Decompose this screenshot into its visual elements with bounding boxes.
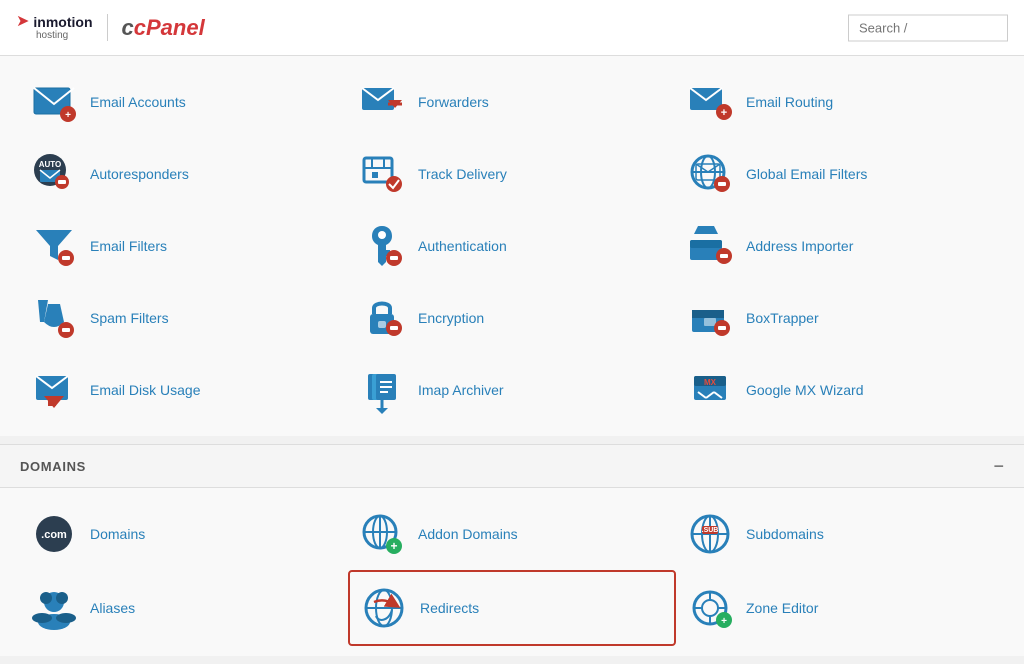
- domains-items-grid: .com Domains + Addon Domains: [0, 488, 1024, 656]
- svg-text:+: +: [721, 107, 727, 119]
- aliases-icon: [30, 584, 78, 632]
- zone-editor-icon: +: [686, 584, 734, 632]
- domains-section-title: DOMAINS: [20, 459, 86, 474]
- forwarders-icon: [358, 78, 406, 126]
- subdomains-label: Subdomains: [746, 526, 824, 542]
- list-item[interactable]: Track Delivery: [348, 138, 676, 210]
- domains-icon: .com: [30, 510, 78, 558]
- svg-text:+: +: [65, 110, 71, 121]
- svg-text:AUTO: AUTO: [39, 160, 62, 169]
- track-delivery-icon: [358, 150, 406, 198]
- list-item[interactable]: AUTO Autoresponders: [20, 138, 348, 210]
- list-item[interactable]: Email Filters: [20, 210, 348, 282]
- forwarders-label: Forwarders: [418, 94, 489, 110]
- domains-collapse-button[interactable]: −: [993, 457, 1004, 475]
- authentication-icon: [358, 222, 406, 270]
- list-item[interactable]: Imap Archiver: [348, 354, 676, 426]
- address-importer-label: Address Importer: [746, 238, 853, 254]
- global-email-filters-label: Global Email Filters: [746, 166, 867, 182]
- list-item[interactable]: Encryption: [348, 282, 676, 354]
- google-mx-wizard-icon: MX: [686, 366, 734, 414]
- list-item[interactable]: + Zone Editor: [676, 570, 1004, 646]
- redirects-icon: [360, 584, 408, 632]
- brand-name: inmotion: [33, 15, 92, 29]
- list-item[interactable]: Email Disk Usage: [20, 354, 348, 426]
- spam-filters-label: Spam Filters: [90, 310, 169, 326]
- list-item[interactable]: Address Importer: [676, 210, 1004, 282]
- boxtrapper-label: BoxTrapper: [746, 310, 819, 326]
- imap-archiver-label: Imap Archiver: [418, 382, 504, 398]
- header-search[interactable]: [848, 14, 1008, 41]
- subdomains-icon: .SUB: [686, 510, 734, 558]
- autoresponders-icon: AUTO: [30, 150, 78, 198]
- logo-area: ➤ inmotion hosting ccPanel: [16, 14, 205, 41]
- hosting-text: hosting: [16, 31, 93, 41]
- boxtrapper-icon: [686, 294, 734, 342]
- svg-text:.com: .com: [41, 529, 67, 541]
- email-filters-icon: [30, 222, 78, 270]
- authentication-label: Authentication: [418, 238, 507, 254]
- cpanel-logo: ccPanel: [122, 15, 205, 41]
- inmotion-logo: ➤ inmotion hosting: [16, 14, 108, 41]
- svg-text:.SUB: .SUB: [702, 527, 719, 534]
- list-item[interactable]: MX Google MX Wizard: [676, 354, 1004, 426]
- email-section: + Email Accounts Forwarders: [0, 56, 1024, 436]
- email-items-grid: + Email Accounts Forwarders: [0, 56, 1024, 436]
- encryption-icon: [358, 294, 406, 342]
- domains-section: DOMAINS − .com Domains: [0, 444, 1024, 656]
- imap-archiver-icon: [358, 366, 406, 414]
- email-routing-label: Email Routing: [746, 94, 833, 110]
- list-item[interactable]: .SUB Subdomains: [676, 498, 1004, 570]
- list-item[interactable]: Spam Filters: [20, 282, 348, 354]
- email-disk-usage-icon: [30, 366, 78, 414]
- email-filters-label: Email Filters: [90, 238, 167, 254]
- address-importer-icon: [686, 222, 734, 270]
- global-email-filters-icon: [686, 150, 734, 198]
- list-item[interactable]: + Email Routing: [676, 66, 1004, 138]
- svg-text:+: +: [390, 539, 397, 553]
- svg-text:+: +: [721, 616, 727, 627]
- redirects-label: Redirects: [420, 600, 479, 616]
- email-routing-icon: +: [686, 78, 734, 126]
- list-item[interactable]: BoxTrapper: [676, 282, 1004, 354]
- list-item[interactable]: + Addon Domains: [348, 498, 676, 570]
- list-item[interactable]: Authentication: [348, 210, 676, 282]
- zone-editor-label: Zone Editor: [746, 600, 818, 616]
- domains-section-header: DOMAINS −: [0, 444, 1024, 488]
- list-item[interactable]: + Email Accounts: [20, 66, 348, 138]
- track-delivery-label: Track Delivery: [418, 166, 507, 182]
- aliases-label: Aliases: [90, 600, 135, 616]
- addon-domains-icon: +: [358, 510, 406, 558]
- svg-text:MX: MX: [704, 378, 717, 387]
- addon-domains-label: Addon Domains: [418, 526, 518, 542]
- encryption-label: Encryption: [418, 310, 484, 326]
- autoresponders-label: Autoresponders: [90, 166, 189, 182]
- header: ➤ inmotion hosting ccPanel: [0, 0, 1024, 56]
- google-mx-wizard-label: Google MX Wizard: [746, 382, 863, 398]
- spam-filters-icon: [30, 294, 78, 342]
- inmotion-arrow-icon: ➤: [16, 14, 29, 30]
- list-item[interactable]: Forwarders: [348, 66, 676, 138]
- list-item[interactable]: Global Email Filters: [676, 138, 1004, 210]
- email-accounts-label: Email Accounts: [90, 94, 186, 110]
- email-disk-usage-label: Email Disk Usage: [90, 382, 200, 398]
- list-item[interactable]: Aliases: [20, 570, 348, 646]
- list-item[interactable]: Redirects: [348, 570, 676, 646]
- search-input[interactable]: [848, 14, 1008, 41]
- list-item[interactable]: .com Domains: [20, 498, 348, 570]
- email-accounts-icon: +: [30, 78, 78, 126]
- domains-label: Domains: [90, 526, 145, 542]
